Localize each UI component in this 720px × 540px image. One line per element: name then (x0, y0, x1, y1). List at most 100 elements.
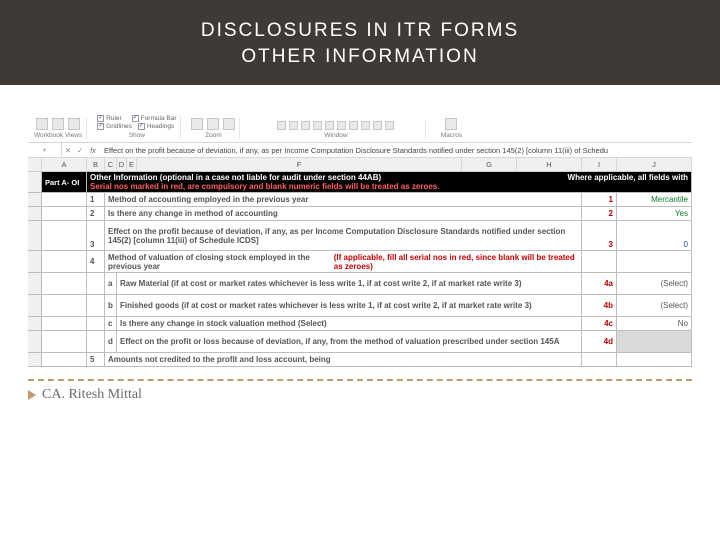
formula-bar: ▾ ✕ ✓ fx Effect on the profit because of… (28, 143, 692, 158)
unhide-icon[interactable] (337, 121, 346, 130)
col-I[interactable]: I (582, 158, 617, 171)
ribbon-group-macros: Macros (432, 118, 470, 139)
macros-icon[interactable] (445, 118, 457, 130)
col-D[interactable]: D (117, 158, 127, 171)
ruler-checkbox[interactable] (97, 115, 104, 122)
sub-b: b (105, 295, 117, 316)
sub-d-text: Effect on the profit or loss because of … (117, 331, 582, 352)
zoom-icon[interactable] (191, 118, 203, 130)
row1-code: 1 (582, 193, 617, 206)
sub-d-value (617, 331, 692, 352)
excel-ribbon: Workbook Views RulerFormula Bar Gridline… (28, 113, 692, 143)
fx-icon[interactable]: fx (86, 143, 100, 157)
sub-c-text: Is there any change in stock valuation m… (117, 317, 582, 330)
part-a-oi-label: Part A- OI (42, 172, 87, 192)
row1-value[interactable]: Mercantile (617, 193, 692, 206)
row3-value[interactable]: 0 (617, 221, 692, 250)
table-row: 3 Effect on the profit because of deviat… (28, 221, 692, 251)
table-row: b Finished goods (if at cost or market r… (28, 295, 692, 317)
table-row: 5 Amounts not credited to the profit and… (28, 353, 692, 367)
title-line2: OTHER INFORMATION (10, 44, 710, 70)
switch-windows-icon[interactable] (385, 121, 394, 130)
sub-c-value[interactable]: No (617, 317, 692, 330)
header-text-1r: Where applicable, all fields with (568, 173, 688, 182)
custom-views-icon[interactable] (68, 118, 80, 130)
triangle-icon (28, 390, 36, 400)
formulabar-checkbox[interactable] (132, 115, 139, 122)
group-label-show: Show (129, 132, 145, 139)
column-headers: A B C D E F G H I J (28, 158, 692, 172)
col-E[interactable]: E (127, 158, 137, 171)
title-line1: DISCLOSURES IN ITR FORMS (10, 18, 710, 44)
arrange-all-icon[interactable] (289, 121, 298, 130)
table-row: 4 Method of valuation of closing stock e… (28, 251, 692, 273)
ribbon-group-zoom: Zoom (187, 118, 240, 139)
footer-divider (28, 379, 692, 381)
gridlines-checkbox[interactable] (97, 123, 104, 130)
col-H[interactable]: H (517, 158, 582, 171)
col-J[interactable]: J (617, 158, 692, 171)
row5-text: Amounts not credited to the profit and l… (105, 353, 582, 366)
row2-code: 2 (582, 207, 617, 220)
pagebreak-preview-icon[interactable] (36, 118, 48, 130)
sub-d: d (105, 331, 117, 352)
sub-a: a (105, 273, 117, 294)
sub-a-text: Raw Material (if at cost or market rates… (117, 273, 582, 294)
row3-code: 3 (582, 221, 617, 250)
footer: CA. Ritesh Mittal (28, 387, 692, 403)
new-window-icon[interactable] (277, 121, 286, 130)
row2-text: Is there any change in method of account… (105, 207, 582, 220)
slide-title: DISCLOSURES IN ITR FORMS OTHER INFORMATI… (0, 0, 720, 85)
table-row: c Is there any change in stock valuation… (28, 317, 692, 331)
sub-a-value[interactable]: (Select) (617, 273, 692, 294)
row1-text: Method of accounting employed in the pre… (105, 193, 582, 206)
col-A[interactable]: A (42, 158, 87, 171)
name-box[interactable]: ▾ (28, 143, 62, 157)
col-G[interactable]: G (462, 158, 517, 171)
ribbon-group-window: Window (246, 121, 426, 139)
sub-b-text: Finished goods (if at cost or market rat… (117, 295, 582, 316)
sheet-header-row: Part A- OI Other Information (optional i… (28, 172, 692, 193)
serial-4: 4 (87, 251, 105, 272)
sync-scroll-icon[interactable] (361, 121, 370, 130)
row2-value[interactable]: Yes (617, 207, 692, 220)
author-name: CA. Ritesh Mittal (42, 387, 142, 403)
zoom-100-icon[interactable] (207, 118, 219, 130)
sub-a-code: 4a (582, 273, 617, 294)
sub-c: c (105, 317, 117, 330)
header-text-2: Serial nos marked in red, are compulsory… (90, 182, 439, 191)
group-label-zoom: Zoom (205, 132, 222, 139)
table-row: 1 Method of accounting employed in the p… (28, 193, 692, 207)
split-icon[interactable] (313, 121, 322, 130)
page-layout-icon[interactable] (52, 118, 64, 130)
table-row: 2 Is there any change in method of accou… (28, 207, 692, 221)
group-label-macros: Macros (441, 132, 462, 139)
formula-input[interactable]: Effect on the profit because of deviatio… (100, 146, 692, 155)
cancel-formula-icon[interactable]: ✕ (62, 143, 74, 157)
view-side-by-side-icon[interactable] (349, 121, 358, 130)
sub-c-code: 4c (582, 317, 617, 330)
table-row: a Raw Material (if at cost or market rat… (28, 273, 692, 295)
serial-3: 3 (87, 221, 105, 250)
freeze-panes-icon[interactable] (301, 121, 310, 130)
header-text-1: Other Information (optional in a case no… (90, 173, 381, 182)
col-C[interactable]: C (105, 158, 117, 171)
row3-text: Effect on the profit because of deviatio… (105, 221, 582, 250)
zoom-selection-icon[interactable] (223, 118, 235, 130)
reset-window-icon[interactable] (373, 121, 382, 130)
table-row: d Effect on the profit or loss because o… (28, 331, 692, 353)
enter-formula-icon[interactable]: ✓ (74, 143, 86, 157)
hide-icon[interactable] (325, 121, 334, 130)
sub-b-value[interactable]: (Select) (617, 295, 692, 316)
ribbon-group-show: RulerFormula Bar GridlinesHeadings Show (93, 115, 181, 139)
ribbon-group-views: Workbook Views (30, 118, 87, 139)
col-F[interactable]: F (137, 158, 462, 171)
serial-5: 5 (87, 353, 105, 366)
group-label-window: Window (324, 132, 347, 139)
sub-d-code: 4d (582, 331, 617, 352)
select-all-corner[interactable] (28, 158, 42, 171)
serial-1: 1 (87, 193, 105, 206)
col-B[interactable]: B (87, 158, 105, 171)
headings-checkbox[interactable] (138, 123, 145, 130)
serial-2: 2 (87, 207, 105, 220)
